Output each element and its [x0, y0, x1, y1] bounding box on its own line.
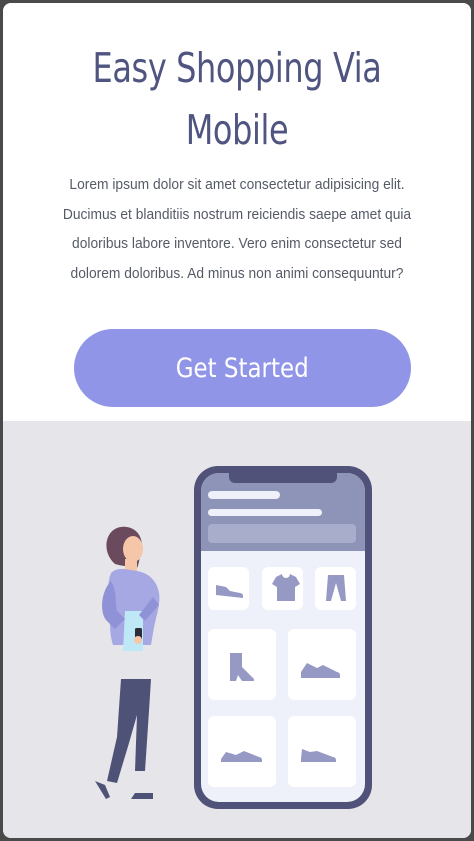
woman-illustration — [95, 526, 160, 799]
title-line-2: Mobile — [185, 106, 289, 154]
product-card — [208, 716, 276, 787]
onboarding-screen: Easy Shopping Via Mobile Lorem ipsum dol… — [3, 3, 471, 838]
product-card — [288, 629, 356, 700]
get-started-label: Get Started — [176, 352, 309, 384]
description-line-3: doloribus labore inventore. Vero enim co… — [72, 235, 402, 252]
shopping-illustration — [95, 466, 372, 809]
title-line-1: Easy Shopping Via — [92, 44, 382, 92]
illustration-section — [3, 421, 471, 838]
get-started-button[interactable]: Get Started — [74, 329, 411, 407]
hero-description: Lorem ipsum dolor sit amet consectetur a… — [59, 170, 416, 288]
product-card — [315, 567, 356, 610]
description-line-4: dolorem doloribus. Ad minus non animi co… — [70, 264, 404, 282]
product-card — [208, 567, 249, 610]
page-title: Easy Shopping Via Mobile — [54, 37, 419, 161]
hero-section: Easy Shopping Via Mobile Lorem ipsum dol… — [3, 3, 471, 421]
description-line-1: Lorem ipsum dolor sit amet consectetur a… — [69, 176, 405, 193]
description-line-2: Ducimus et blanditiis nostrum reiciendis… — [62, 205, 412, 223]
product-card — [288, 716, 356, 787]
